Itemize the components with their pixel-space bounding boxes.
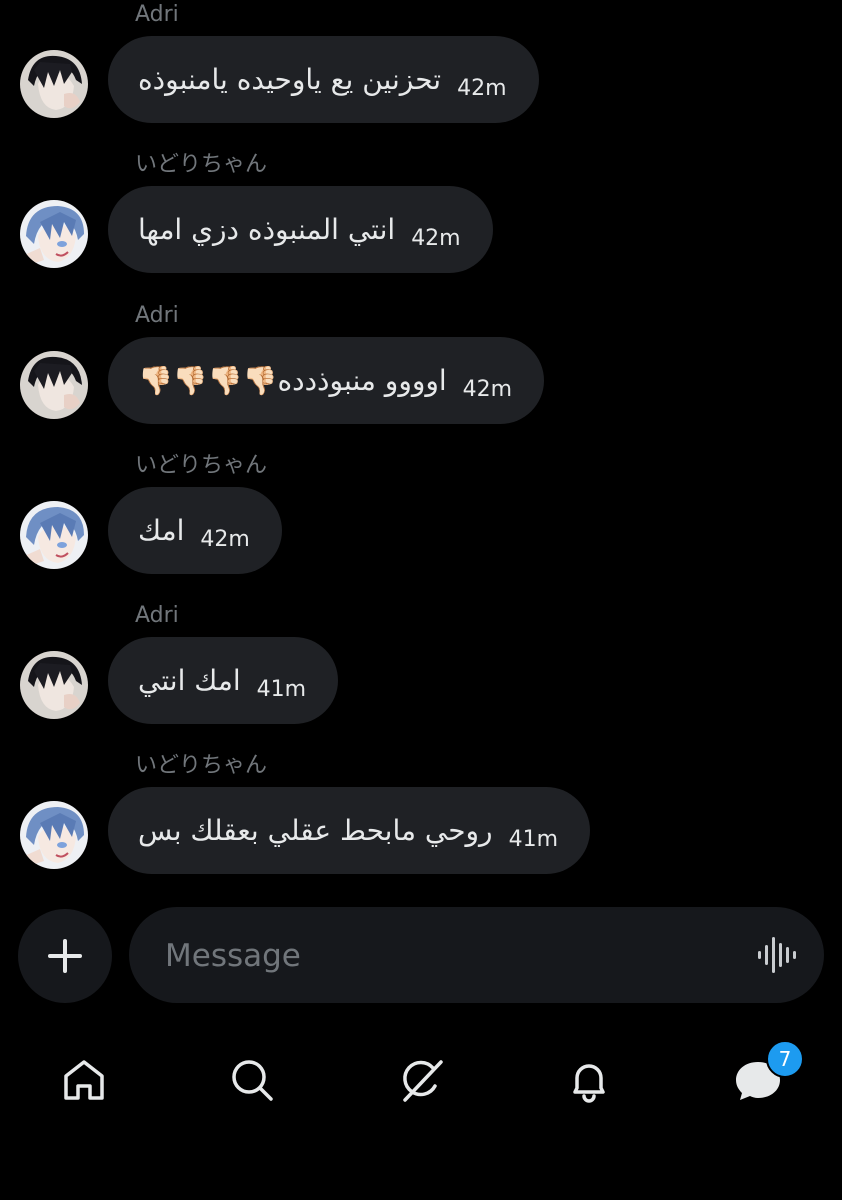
notifications-bell-icon: [573, 1064, 605, 1103]
message-bubble[interactable]: تحزنين يع ياوحيده يامنبوذه 42m: [108, 36, 539, 123]
search-icon: [232, 1060, 273, 1101]
nav-grok[interactable]: [385, 1044, 457, 1116]
add-attachment-button[interactable]: [18, 909, 112, 1003]
message-time: 42m: [462, 377, 513, 402]
bottom-navigation: [0, 1030, 842, 1130]
message-text: امك: [138, 514, 185, 547]
grok-icon: [403, 1060, 443, 1102]
message-time: 42m: [457, 76, 507, 101]
message-bubble[interactable]: اوووو منبوذدده👎🏻👎🏻👎🏻👎🏻 42m: [108, 337, 545, 424]
nav-home[interactable]: [48, 1044, 120, 1116]
message-bubble[interactable]: انتي المنبوذه دزي امها 42m: [108, 186, 493, 273]
messages-unread-badge: 7: [766, 1040, 804, 1078]
sender-name[interactable]: Adri: [135, 601, 179, 631]
message-text: امك انتي: [138, 664, 241, 697]
sender-name[interactable]: いどりちゃん: [135, 751, 267, 781]
avatar-idori[interactable]: [20, 200, 88, 268]
nav-notifications[interactable]: [553, 1044, 625, 1116]
message-text: تحزنين يع ياوحيده يامنبوذه: [138, 63, 442, 96]
sender-name[interactable]: Adri: [135, 0, 179, 30]
message-bubble[interactable]: روحي مابحط عقلي بعقلك بس 41m: [108, 787, 591, 874]
message-time: 41m: [508, 827, 559, 852]
sender-name[interactable]: いどりちゃん: [135, 451, 267, 481]
message-text: انتي المنبوذه دزي امها: [138, 213, 396, 246]
avatar-adri[interactable]: [20, 50, 88, 118]
message-input[interactable]: [163, 907, 747, 1005]
message-time: 42m: [411, 226, 461, 251]
message-composer: [0, 905, 842, 1005]
message-input-container: [129, 907, 824, 1005]
sender-name[interactable]: いどりちゃん: [135, 150, 267, 180]
waveform-icon: [758, 937, 796, 973]
message-bubble[interactable]: امك 42m: [108, 487, 282, 574]
message-time: 41m: [256, 677, 307, 702]
avatar-adri[interactable]: [20, 351, 88, 419]
message-bubble[interactable]: امك انتي 41m: [108, 637, 339, 724]
nav-search[interactable]: [216, 1044, 288, 1116]
sender-name[interactable]: Adri: [135, 301, 179, 331]
voice-message-button[interactable]: [756, 935, 798, 975]
avatar-idori[interactable]: [20, 501, 88, 569]
avatar-idori[interactable]: [20, 801, 88, 869]
plus-icon: [48, 939, 82, 973]
home-icon: [64, 1060, 104, 1100]
message-time: 42m: [200, 527, 250, 552]
avatar-adri[interactable]: [20, 651, 88, 719]
message-text: اوووو منبوذدده👎🏻👎🏻👎🏻👎🏻: [138, 364, 447, 397]
message-text: روحي مابحط عقلي بعقلك بس: [138, 814, 493, 847]
